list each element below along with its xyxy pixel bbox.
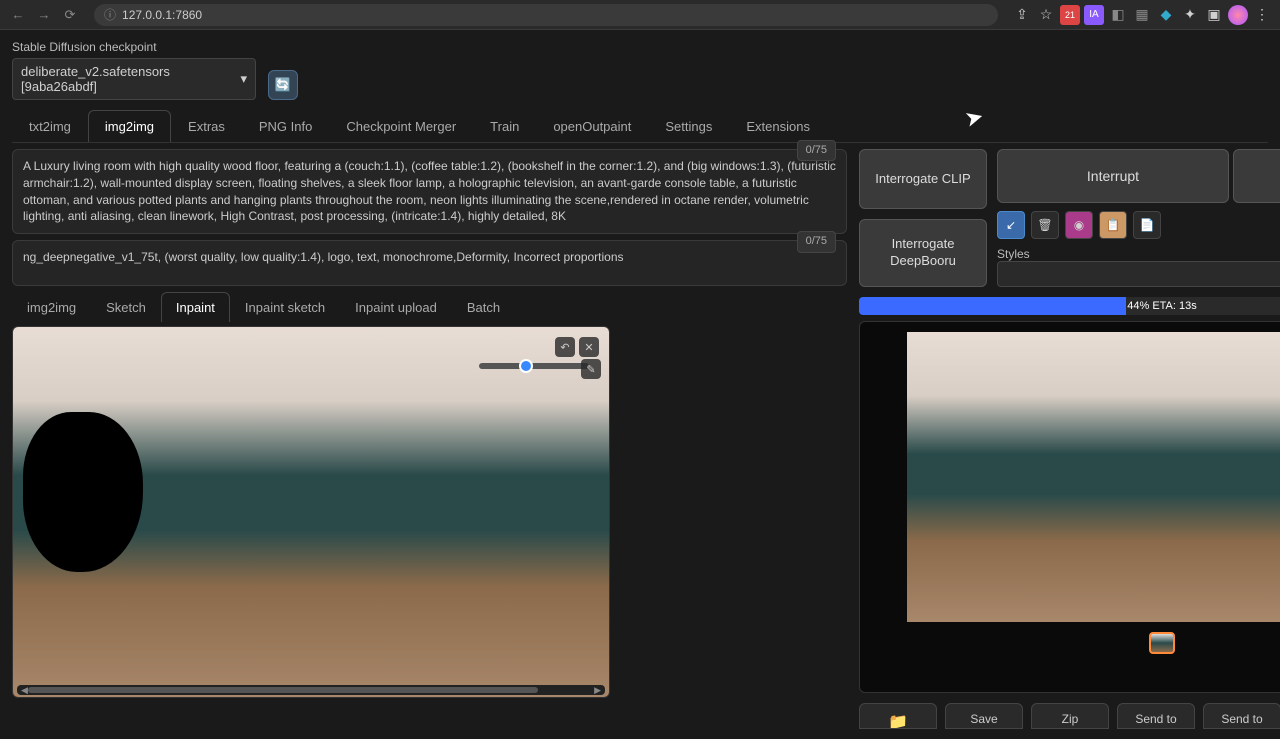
subtab-sketch[interactable]: Sketch bbox=[91, 292, 161, 322]
ext-icon-1[interactable]: 21 bbox=[1060, 5, 1080, 25]
sub-tabs: img2img Sketch Inpaint Inpaint sketch In… bbox=[12, 292, 847, 322]
output-image[interactable] bbox=[907, 332, 1280, 622]
send-to-button-2[interactable]: Send to bbox=[1203, 703, 1280, 729]
interrogate-deepbooru-button[interactable]: Interrogate DeepBooru bbox=[859, 219, 987, 287]
info-icon: ⓘ bbox=[104, 6, 116, 23]
refresh-checkpoint-button[interactable]: 🔄 bbox=[268, 70, 298, 100]
styles-select[interactable]: ✕ ▾ bbox=[997, 261, 1280, 287]
progress-bar: 44% ETA: 13s bbox=[859, 297, 1280, 315]
subtab-inpaint-sketch[interactable]: Inpaint sketch bbox=[230, 292, 340, 322]
subtab-inpaint[interactable]: Inpaint bbox=[161, 292, 230, 322]
browser-actions: ⇪ ☆ 21 IA ◧ ▦ ◆ ✦ ▣ ⋮ bbox=[1012, 5, 1272, 25]
progress-text: 44% ETA: 13s bbox=[859, 297, 1280, 315]
output-panel: ✕ bbox=[859, 321, 1280, 693]
browser-toolbar: ← → ⟳ ⓘ 127.0.0.1:7860 ⇪ ☆ 21 IA ◧ ▦ ◆ ✦… bbox=[0, 0, 1280, 30]
tool-trash-icon[interactable]: 🗑 bbox=[1031, 211, 1059, 239]
output-thumbnail[interactable] bbox=[1149, 632, 1175, 654]
save-button[interactable]: Save bbox=[945, 703, 1023, 729]
styles-label: Styles bbox=[997, 247, 1280, 261]
tab-checkpoint-merger[interactable]: Checkpoint Merger bbox=[329, 110, 473, 142]
inpaint-canvas[interactable]: ↶ ✕ ✎ ◀ ▶ bbox=[12, 326, 610, 698]
tab-openoutpaint[interactable]: openOutpaint bbox=[536, 110, 648, 142]
reload-icon[interactable]: ⟳ bbox=[60, 5, 80, 25]
url-text: 127.0.0.1:7860 bbox=[122, 8, 202, 22]
main-tabs: txt2img img2img Extras PNG Info Checkpoi… bbox=[12, 110, 1268, 143]
checkpoint-select[interactable]: deliberate_v2.safetensors [9aba26abdf] ▾ bbox=[12, 58, 256, 100]
tab-settings[interactable]: Settings bbox=[648, 110, 729, 142]
menu-icon[interactable]: ⋮ bbox=[1252, 5, 1272, 25]
negative-prompt-textarea[interactable]: 0/75 ng_deepnegative_v1_75t, (worst qual… bbox=[12, 240, 847, 286]
tab-pnginfo[interactable]: PNG Info bbox=[242, 110, 329, 142]
tool-arrow-icon[interactable]: ↙ bbox=[997, 211, 1025, 239]
inpaint-mask bbox=[23, 412, 143, 572]
ext-icon-5[interactable]: ◆ bbox=[1156, 5, 1176, 25]
tool-file-icon[interactable]: 📄 bbox=[1133, 211, 1161, 239]
output-actions: 📁 Save Zip Send to Send to Send to Send … bbox=[859, 703, 1280, 729]
share-icon[interactable]: ⇪ bbox=[1012, 5, 1032, 25]
profile-avatar[interactable] bbox=[1228, 5, 1248, 25]
prompt-token-counter: 0/75 bbox=[797, 140, 836, 161]
zip-button[interactable]: Zip bbox=[1031, 703, 1109, 729]
neg-prompt-token-counter: 0/75 bbox=[797, 231, 836, 252]
tab-extras[interactable]: Extras bbox=[171, 110, 242, 142]
sidepanel-icon[interactable]: ▣ bbox=[1204, 5, 1224, 25]
interrupt-button[interactable]: Interrupt bbox=[997, 149, 1229, 203]
clear-icon[interactable]: ✕ bbox=[579, 337, 599, 357]
checkpoint-label: Stable Diffusion checkpoint bbox=[12, 40, 256, 54]
skip-button[interactable]: Skip bbox=[1233, 149, 1280, 203]
subtab-inpaint-upload[interactable]: Inpaint upload bbox=[340, 292, 452, 322]
tab-img2img[interactable]: img2img bbox=[88, 110, 171, 142]
source-image bbox=[13, 327, 609, 697]
scroll-thumb[interactable] bbox=[28, 687, 538, 693]
open-folder-button[interactable]: 📁 bbox=[859, 703, 937, 729]
brush-size-slider[interactable] bbox=[479, 363, 589, 369]
ext-icon-2[interactable]: IA bbox=[1084, 5, 1104, 25]
prompt-text: A Luxury living room with high quality w… bbox=[23, 159, 836, 223]
url-bar[interactable]: ⓘ 127.0.0.1:7860 bbox=[94, 4, 998, 26]
tab-train[interactable]: Train bbox=[473, 110, 536, 142]
neg-prompt-text: ng_deepnegative_v1_75t, (worst quality, … bbox=[23, 250, 624, 264]
undo-icon[interactable]: ↶ bbox=[555, 337, 575, 357]
ext-icon-3[interactable]: ◧ bbox=[1108, 5, 1128, 25]
ext-icon-4[interactable]: ▦ bbox=[1132, 5, 1152, 25]
back-icon[interactable]: ← bbox=[8, 5, 28, 25]
chevron-down-icon: ▾ bbox=[240, 71, 247, 87]
tab-txt2img[interactable]: txt2img bbox=[12, 110, 88, 142]
brush-tool-icon[interactable]: ✎ bbox=[581, 359, 601, 379]
send-to-button-1[interactable]: Send to bbox=[1117, 703, 1195, 729]
interrogate-clip-button[interactable]: Interrogate CLIP bbox=[859, 149, 987, 209]
horizontal-scrollbar[interactable]: ◀ ▶ bbox=[17, 685, 605, 695]
tool-clipboard-icon[interactable]: 📋 bbox=[1099, 211, 1127, 239]
prompt-textarea[interactable]: 0/75 A Luxury living room with high qual… bbox=[12, 149, 847, 234]
subtab-img2img[interactable]: img2img bbox=[12, 292, 91, 322]
extensions-icon[interactable]: ✦ bbox=[1180, 5, 1200, 25]
forward-icon[interactable]: → bbox=[34, 5, 54, 25]
tool-palette-icon[interactable]: ◉ bbox=[1065, 211, 1093, 239]
checkpoint-value: deliberate_v2.safetensors [9aba26abdf] bbox=[21, 64, 240, 94]
tab-extensions[interactable]: Extensions bbox=[729, 110, 827, 142]
bookmark-icon[interactable]: ☆ bbox=[1036, 5, 1056, 25]
subtab-batch[interactable]: Batch bbox=[452, 292, 515, 322]
